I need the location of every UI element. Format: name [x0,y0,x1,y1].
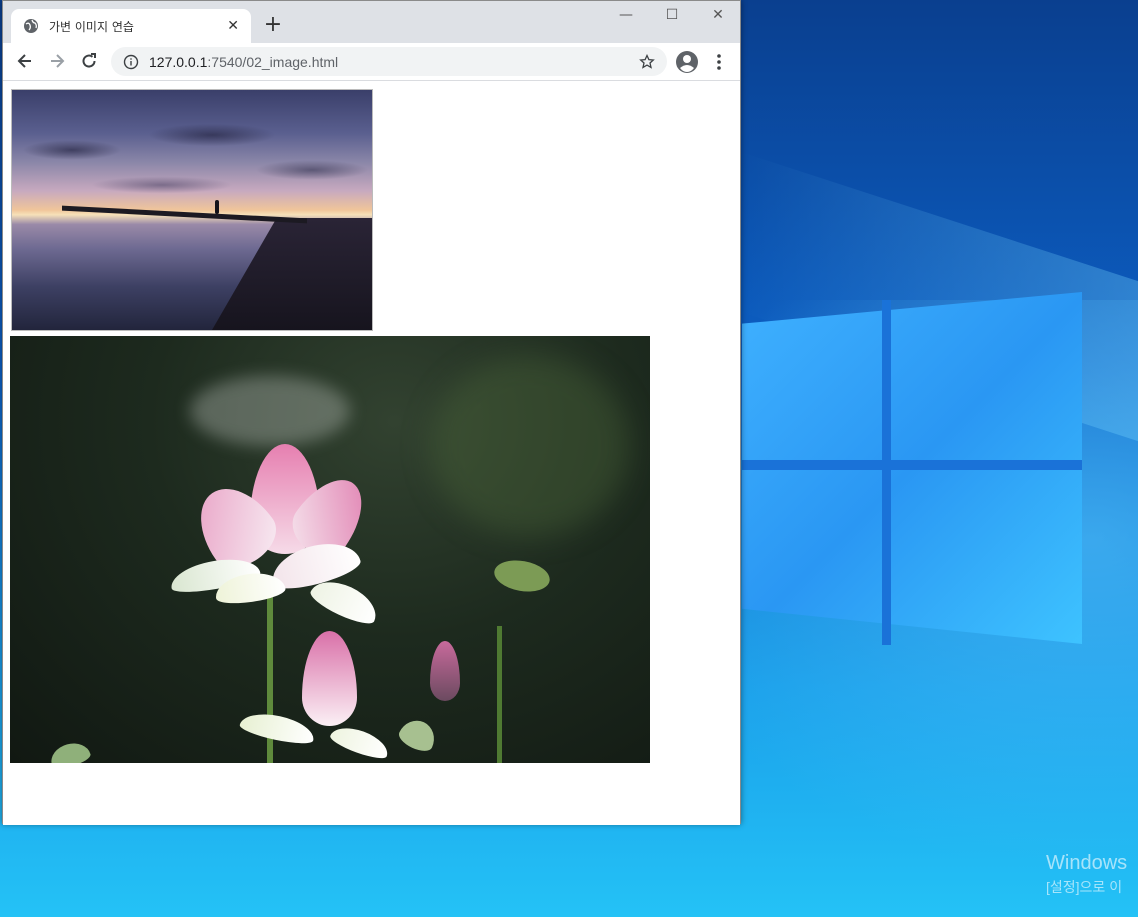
url-text: 127.0.0.1:7540/02_image.html [149,54,639,70]
bookmark-star-icon[interactable] [639,53,655,70]
sunset-pier-image [11,89,373,331]
lotus-leaf-petal [328,721,392,763]
url-host: 127.0.0.1 [149,53,208,70]
seedpod-stem [497,626,502,763]
arrow-left-icon [17,54,31,68]
new-tab-button[interactable]: + [261,13,285,37]
image-clouds [12,90,372,206]
profile-avatar-icon[interactable] [675,50,699,74]
maximize-button[interactable]: ☐ [649,7,695,23]
image-pier [62,205,307,224]
address-bar[interactable]: 127.0.0.1:7540/02_image.html [111,47,667,76]
close-window-button[interactable]: ✕ [695,7,741,23]
windows-activation-watermark: Windows [설정]으로 이 [1046,852,1127,897]
watermark-subtitle: [설정]으로 이 [1046,879,1123,895]
browser-tab[interactable]: 가변 이미지 연습 ✕ [11,9,251,43]
lotus-flower-image [10,336,650,763]
image-shore [207,218,372,330]
lotus-leaf [47,739,93,763]
lotus-leaf [395,714,441,756]
tab-title: 가변 이미지 연습 [49,19,134,34]
lotus-small-bud [430,641,460,701]
info-icon[interactable] [123,54,139,70]
more-menu-icon[interactable] [711,50,727,74]
tab-close-icon[interactable]: ✕ [227,18,239,34]
bokeh-foliage [430,356,630,536]
forward-button[interactable] [45,49,69,73]
browser-toolbar: 127.0.0.1:7540/02_image.html [3,43,740,81]
arrow-right-icon [51,54,65,68]
page-viewport [3,81,740,825]
reload-button[interactable] [77,49,101,73]
back-button[interactable] [13,49,37,73]
lotus-leaf-petal [238,708,317,748]
globe-icon [24,19,38,33]
watermark-title: Windows [1046,852,1128,874]
lotus-bud [302,631,357,726]
image-person [215,200,219,214]
windows-logo-divider-vertical [882,300,891,645]
tab-strip: 가변 이미지 연습 ✕ + — ☐ ✕ [3,1,740,43]
bokeh-light [190,376,350,446]
browser-window: 가변 이미지 연습 ✕ + — ☐ ✕ 127.0.0.1:7540/02_im… [2,0,741,825]
reload-icon [82,53,96,68]
url-path: :7540/02_image.html [207,53,339,70]
minimize-button[interactable]: — [603,7,649,23]
lotus-seedpod [491,556,553,596]
windows-logo-divider-horizontal [742,460,1082,470]
